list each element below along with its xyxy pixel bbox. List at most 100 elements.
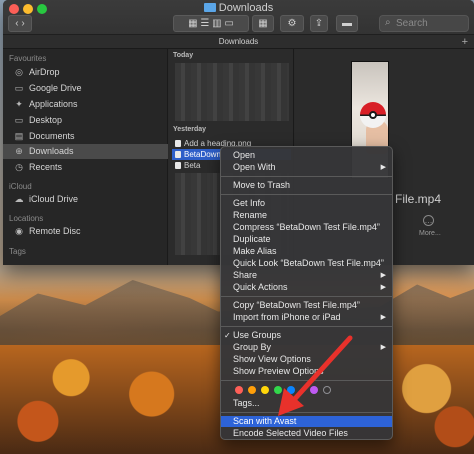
view-mode-segmented[interactable]: ▦ ☰ ▥ ▭ <box>173 15 249 32</box>
menu-item-label: Import from iPhone or iPad <box>233 312 341 322</box>
sidebar-item-downloads[interactable]: ⊕ Downloads <box>3 144 168 159</box>
column-view-icon[interactable]: ▥ <box>212 18 221 29</box>
menu-item-share[interactable]: Share ▶ <box>221 270 392 281</box>
gallery-view-icon[interactable]: ▭ <box>224 18 233 29</box>
sidebar-item-google-drive[interactable]: ▭ Google Drive <box>3 81 168 96</box>
window-title-text: Downloads <box>218 2 274 14</box>
path-bar: Downloads + <box>3 35 474 49</box>
menu-item-duplicate[interactable]: Duplicate <box>221 234 392 245</box>
submenu-arrow-icon: ▶ <box>380 284 386 291</box>
sidebar-item-label: Desktop <box>29 115 63 125</box>
documents-icon: ▤ <box>14 131 24 141</box>
tag-color-orange[interactable] <box>248 386 256 394</box>
more-label[interactable]: More... <box>419 230 441 237</box>
sidebar-item-airdrop[interactable]: ◎ AirDrop <box>3 65 168 80</box>
forward-icon[interactable]: › <box>21 18 24 29</box>
disc-icon: ◉ <box>15 226 23 236</box>
drive-icon: ▭ <box>14 83 24 93</box>
sidebar-item-label: Downloads <box>29 146 74 156</box>
sidebar-item-desktop[interactable]: ▭ Desktop <box>3 113 168 128</box>
sidebar-item-documents[interactable]: ▤ Documents <box>3 129 168 144</box>
submenu-arrow-icon: ▶ <box>380 164 386 171</box>
airdrop-icon: ◎ <box>15 67 23 77</box>
menu-item-get-info[interactable]: Get Info <box>221 198 392 209</box>
pokeball-button <box>369 111 377 119</box>
downloads-icon: ⊕ <box>15 146 23 156</box>
action-button[interactable]: ⚙ <box>280 15 304 32</box>
video-file-icon <box>175 151 181 158</box>
search-input[interactable] <box>396 17 466 30</box>
red-pointer-arrow-icon <box>278 335 353 416</box>
window-title: Downloads <box>3 2 474 14</box>
add-tab-icon[interactable]: + <box>462 35 468 49</box>
more-icon[interactable]: … <box>423 215 434 226</box>
sidebar: Favourites ◎ AirDrop ▭ Google Drive ✦ Appli… <box>3 49 168 265</box>
sidebar-item-icloud-drive[interactable]: ☁ iCloud Drive <box>3 192 168 207</box>
menu-item-quick-look[interactable]: Quick Look “BetaDown Test File.mp4” <box>221 258 392 269</box>
sidebar-item-label: Remote Disc <box>29 226 81 236</box>
submenu-arrow-icon: ▶ <box>380 272 386 279</box>
menu-item-rename[interactable]: Rename <box>221 210 392 221</box>
checkmark-icon: ✓ <box>224 331 231 340</box>
gear-icon: ⚙ <box>287 18 297 29</box>
tag-color-yellow[interactable] <box>261 386 269 394</box>
menu-item-import-from-iphone[interactable]: Import from iPhone or iPad ▶ <box>221 312 392 323</box>
file-name: Beta <box>184 161 201 170</box>
cloud-icon: ☁ <box>14 194 24 204</box>
sidebar-item-label: Google Drive <box>29 83 82 93</box>
menu-item-compress[interactable]: Compress “BetaDown Test File.mp4” <box>221 222 392 233</box>
search-icon: ⌕ <box>385 17 391 28</box>
share-button[interactable]: ⇪ <box>310 15 328 32</box>
search-field[interactable]: ⌕ <box>379 15 469 32</box>
sidebar-item-applications[interactable]: ✦ Applications <box>3 97 168 112</box>
back-icon[interactable]: ‹ <box>15 18 18 29</box>
menu-item-label: Share <box>233 270 258 280</box>
sidebar-item-remote-disc[interactable]: ◉ Remote Disc <box>3 224 168 239</box>
menu-separator <box>221 326 392 327</box>
desktop-icon: ▭ <box>14 115 24 125</box>
sidebar-item-recents[interactable]: ◷ Recents <box>3 160 168 175</box>
file-icon <box>175 162 181 169</box>
recents-icon: ◷ <box>15 162 23 172</box>
menu-item-make-alias[interactable]: Make Alias <box>221 246 392 257</box>
preview-file-name: File.mp4 <box>395 192 442 206</box>
sidebar-heading-tags: Tags <box>9 247 26 256</box>
submenu-arrow-icon: ▶ <box>380 314 386 321</box>
menu-item-encode-video[interactable]: Encode Selected Video Files <box>221 428 392 439</box>
sidebar-heading-locations: Locations <box>9 214 44 223</box>
share-icon: ⇪ <box>314 18 324 29</box>
menu-item-copy[interactable]: Copy “BetaDown Test File.mp4” <box>221 300 392 311</box>
today-heading: Today <box>173 52 194 59</box>
menu-item-open-with[interactable]: Open With ▶ <box>221 162 392 173</box>
folder-icon <box>203 3 216 12</box>
submenu-arrow-icon: ▶ <box>380 344 386 351</box>
grid-icon: ▦ <box>258 18 268 29</box>
icon-view-icon[interactable]: ▦ <box>188 18 197 29</box>
tag-icon: ▬ <box>342 18 352 29</box>
menu-separator <box>221 194 392 195</box>
group-by-button[interactable]: ▦ <box>252 15 274 32</box>
list-view-icon[interactable]: ☰ <box>200 18 209 29</box>
menu-item-open[interactable]: Open <box>221 150 392 161</box>
tag-color-red[interactable] <box>235 386 243 394</box>
sidebar-item-label: Documents <box>29 131 75 141</box>
sidebar-item-label: Recents <box>29 162 63 172</box>
menu-separator <box>221 296 392 297</box>
pokeball-image <box>360 102 386 128</box>
menu-item-label: Open With <box>233 162 276 172</box>
sidebar-heading-favourites: Favourites <box>9 54 47 63</box>
menu-item-label: Group By <box>233 342 272 352</box>
applications-icon: ✦ <box>15 99 23 109</box>
image-file-icon <box>175 140 181 147</box>
menu-item-move-to-trash[interactable]: Move to Trash <box>221 180 392 191</box>
arrow-shaft <box>289 335 353 405</box>
sidebar-item-label: Applications <box>29 99 78 109</box>
redacted-files-today <box>175 63 289 121</box>
sidebar-item-label: AirDrop <box>29 67 60 77</box>
back-forward-buttons[interactable]: ‹ › <box>8 15 32 32</box>
menu-item-quick-actions[interactable]: Quick Actions ▶ <box>221 282 392 293</box>
path-title: Downloads <box>218 37 259 46</box>
menu-separator <box>221 176 392 177</box>
tag-button[interactable]: ▬ <box>336 15 358 32</box>
sidebar-item-label: iCloud Drive <box>29 194 79 204</box>
